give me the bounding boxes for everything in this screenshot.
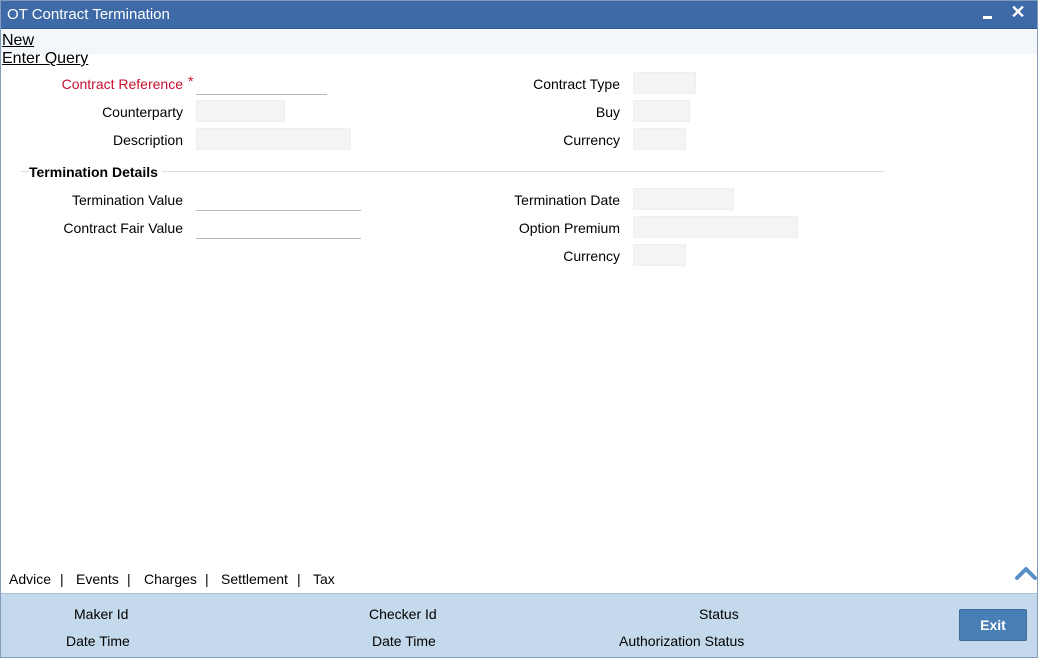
termination-value-label: Termination Value — [71, 192, 183, 208]
checker-date-time-label: Date Time — [372, 633, 436, 649]
buy-label: Buy — [595, 104, 620, 120]
contract-type-label: Contract Type — [533, 76, 620, 92]
contract-fair-value-label: Contract Fair Value — [63, 220, 183, 236]
chevron-up-icon[interactable] — [1015, 563, 1037, 581]
tab-settlement[interactable]: Settlement — [221, 571, 288, 587]
authorization-status-label: Authorization Status — [619, 633, 745, 649]
contract-type-field[interactable] — [633, 72, 696, 94]
termination-date-field[interactable] — [633, 188, 734, 210]
status-label: Status — [699, 606, 739, 622]
contract-reference-input[interactable] — [196, 73, 327, 95]
tab-separator: | — [297, 571, 301, 587]
buy-field[interactable] — [633, 100, 690, 122]
tab-tax[interactable]: Tax — [313, 571, 335, 587]
enter-query-link[interactable]: Enter Query — [2, 50, 88, 68]
checker-id-label: Checker Id — [369, 606, 437, 622]
option-premium-field[interactable] — [633, 216, 798, 238]
required-marker: * — [188, 73, 194, 89]
description-label: Description — [112, 132, 183, 148]
menu-bar — [1, 30, 1037, 54]
termination-details-title: Termination Details — [29, 164, 162, 180]
termination-date-label: Termination Date — [514, 192, 620, 208]
termination-currency-field[interactable] — [633, 244, 686, 266]
tab-advice[interactable]: Advice — [9, 571, 51, 587]
tab-separator: | — [205, 571, 209, 587]
tab-separator: | — [127, 571, 131, 587]
minimize-icon[interactable] — [977, 3, 999, 25]
window-title: OT Contract Termination — [7, 6, 170, 23]
close-icon[interactable]: ✕ — [1007, 3, 1029, 25]
exit-button[interactable]: Exit — [959, 609, 1027, 641]
contract-fair-value-input[interactable] — [196, 217, 361, 239]
new-link[interactable]: New — [2, 32, 34, 50]
termination-value-input[interactable] — [196, 189, 361, 211]
option-premium-label: Option Premium — [518, 220, 620, 236]
currency-field[interactable] — [633, 128, 686, 150]
termination-currency-label: Currency — [563, 248, 620, 264]
maker-id-label: Maker Id — [74, 606, 129, 622]
counterparty-label: Counterparty — [102, 104, 183, 120]
title-bar: OT Contract Termination ✕ — [1, 1, 1037, 29]
tab-separator: | — [60, 571, 64, 587]
maker-date-time-label: Date Time — [66, 633, 130, 649]
counterparty-field[interactable] — [196, 100, 285, 122]
description-field[interactable] — [196, 128, 351, 150]
tab-events[interactable]: Events — [76, 571, 119, 587]
tab-charges[interactable]: Charges — [144, 571, 197, 587]
audit-footer — [1, 593, 1037, 657]
main-window: OT Contract Termination ✕ New Enter Quer… — [0, 0, 1038, 658]
contract-reference-label: Contract Reference — [61, 76, 183, 92]
currency-label: Currency — [563, 132, 620, 148]
